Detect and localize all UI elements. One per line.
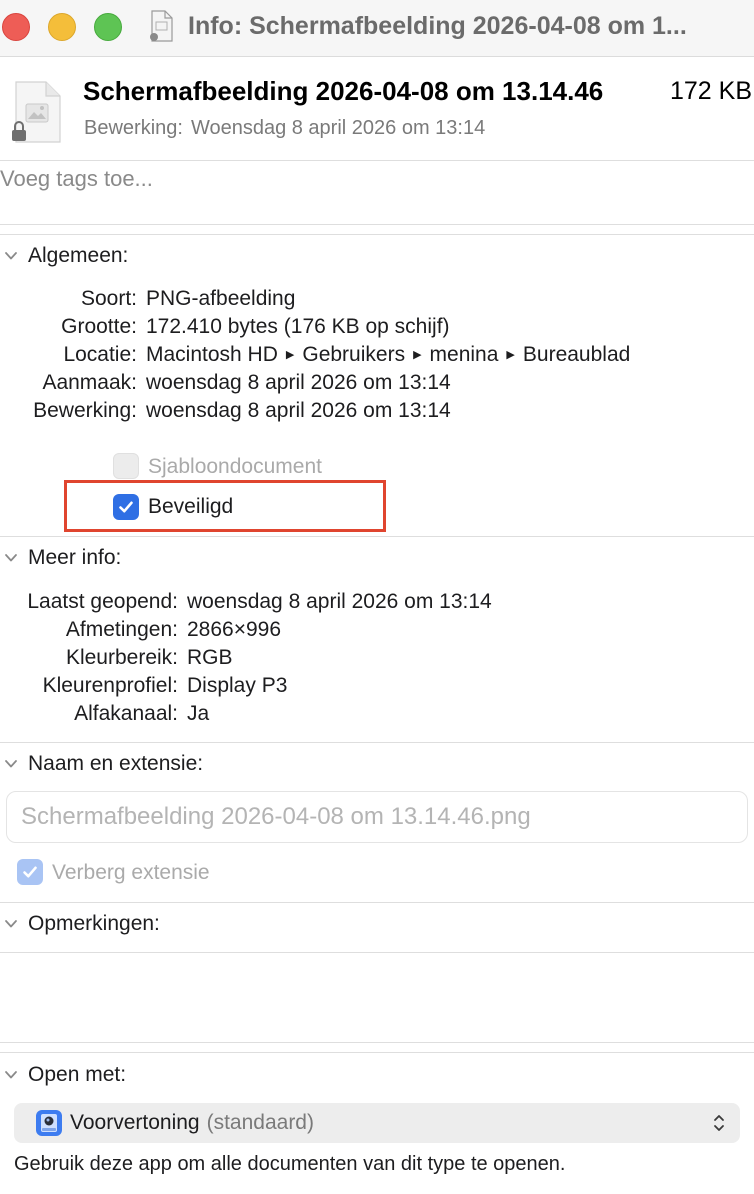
updown-chevron-icon xyxy=(714,1115,724,1131)
file-size: 172 KB xyxy=(669,77,752,105)
section-more-info-title: Meer info: xyxy=(28,546,122,569)
divider xyxy=(0,902,754,903)
info-value: 172.410 bytes (176 KB op schijf) xyxy=(146,315,450,338)
divider xyxy=(0,234,754,235)
title-bar: Info: Schermafbeelding 2026-04-08 om 1..… xyxy=(0,0,754,57)
info-key: Alfakanaal: xyxy=(74,702,178,725)
path-item[interactable]: menina xyxy=(430,343,499,366)
info-key: Locatie: xyxy=(63,343,137,366)
chevron-down-icon xyxy=(5,554,17,562)
location-path: Macintosh HD ▶ Gebruikers ▶ menina ▶ Bureaubla… xyxy=(146,343,630,367)
info-key: Afmetingen: xyxy=(65,618,178,641)
divider xyxy=(0,742,754,743)
hide-extension-checkbox[interactable] xyxy=(17,859,43,885)
checkmark-icon xyxy=(23,866,37,878)
info-window: Info: Schermafbeelding 2026-04-08 om 1..… xyxy=(0,0,754,1194)
tags-field[interactable]: Voeg tags toe... xyxy=(0,166,153,192)
name-extension-field[interactable] xyxy=(6,791,748,843)
divider xyxy=(0,224,754,225)
chevron-down-icon xyxy=(5,920,17,928)
preview-app-icon xyxy=(36,1110,62,1136)
info-value: Ja xyxy=(187,702,210,725)
close-window-button[interactable] xyxy=(2,13,30,41)
open-with-popup[interactable]: Voorvertoning (standaard) xyxy=(14,1103,740,1143)
info-value: Display P3 xyxy=(187,674,288,697)
info-key: Laatst geopend: xyxy=(27,590,178,613)
open-with-note: Gebruik deze app om alle documenten van … xyxy=(14,1153,566,1175)
divider xyxy=(0,536,754,537)
section-name-extension-header[interactable]: Naam en extensie: xyxy=(0,749,203,779)
hide-extension-label: Verberg extensie xyxy=(52,861,210,884)
info-key: Grootte: xyxy=(61,315,137,338)
info-key: Soort: xyxy=(80,287,137,310)
document-icon xyxy=(12,81,61,143)
chevron-down-icon xyxy=(5,760,17,768)
path-separator-icon: ▶ xyxy=(413,349,422,361)
section-comments-title: Opmerkingen: xyxy=(28,912,160,935)
section-general-title: Algemeen: xyxy=(28,244,129,267)
path-separator-icon: ▶ xyxy=(506,349,515,361)
section-more-info-header[interactable]: Meer info: xyxy=(0,543,121,573)
section-name-extension-title: Naam en extensie: xyxy=(28,752,204,775)
section-general-header[interactable]: Algemeen: xyxy=(0,241,128,271)
stationery-pad-label: Sjabloondocument xyxy=(148,455,322,478)
modified-summary: Bewerking: Woensdag 8 april 2026 om 13:14 xyxy=(84,117,485,140)
zoom-window-button[interactable] xyxy=(94,13,122,41)
info-value: woensdag 8 april 2026 om 13:14 xyxy=(187,590,492,613)
chevron-down-icon xyxy=(5,252,17,260)
section-open-with-title: Open met: xyxy=(28,1063,127,1086)
path-item[interactable]: Macintosh HD xyxy=(146,343,278,366)
info-value: RGB xyxy=(187,646,233,669)
info-value: woensdag 8 april 2026 om 13:14 xyxy=(146,371,451,394)
info-key: Aanmaak: xyxy=(42,371,137,394)
file-name: Schermafbeelding 2026-04-08 om 13.14.46 xyxy=(83,76,604,106)
comments-field[interactable] xyxy=(0,953,754,1041)
minimize-window-button[interactable] xyxy=(48,13,76,41)
path-item[interactable]: Gebruikers xyxy=(302,343,405,366)
info-key: Kleurenprofiel: xyxy=(42,674,178,697)
section-open-with-header[interactable]: Open met: xyxy=(0,1060,126,1090)
divider xyxy=(0,160,754,161)
divider xyxy=(0,1052,754,1053)
chevron-down-icon xyxy=(5,1071,17,1079)
modified-label: Bewerking: xyxy=(84,117,183,139)
path-separator-icon: ▶ xyxy=(285,349,295,361)
info-value: PNG-afbeelding xyxy=(146,287,296,310)
info-value: woensdag 8 april 2026 om 13:14 xyxy=(146,399,451,422)
open-with-default-tag: (standaard) xyxy=(206,1111,314,1134)
section-comments-header[interactable]: Opmerkingen: xyxy=(0,909,160,939)
open-with-app-name: Voorvertoning xyxy=(70,1111,200,1134)
document-proxy-icon[interactable] xyxy=(150,10,174,42)
divider xyxy=(0,1042,754,1043)
info-key: Bewerking: xyxy=(33,399,137,422)
path-item[interactable]: Bureaublad xyxy=(523,343,630,366)
info-key: Kleurbereik: xyxy=(65,646,178,669)
highlight-annotation xyxy=(64,480,386,532)
modified-value: Woensdag 8 april 2026 om 13:14 xyxy=(190,117,486,139)
window-title: Info: Schermafbeelding 2026-04-08 om 1..… xyxy=(188,12,687,40)
stationery-pad-checkbox[interactable] xyxy=(113,453,139,479)
info-value: 2866×996 xyxy=(187,618,282,641)
